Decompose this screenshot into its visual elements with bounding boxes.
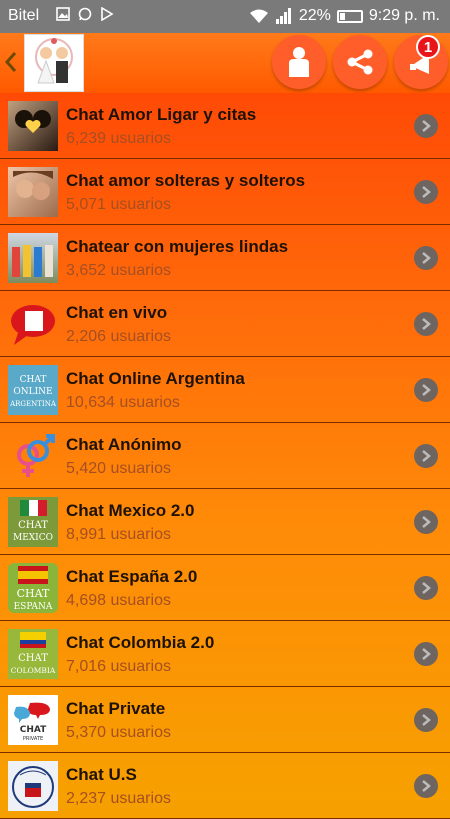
profile-button[interactable] — [272, 35, 326, 89]
chevron-left-icon — [4, 52, 17, 72]
room-title: Chat en vivo — [66, 303, 168, 322]
room-title: Chat Private — [66, 699, 166, 718]
room-row[interactable]: CHAT ONLINE ARGENTINA Chat Online Argentin… — [0, 357, 450, 423]
chevron-right-icon[interactable] — [414, 180, 438, 204]
notifications-button[interactable]: 1 — [394, 35, 448, 89]
room-title: Chat España 2.0 — [66, 567, 198, 586]
room-user-count: 5,370 usuarios — [66, 724, 171, 741]
svg-text:PRIVATE: PRIVATE — [23, 736, 43, 742]
united-states-seal — [8, 761, 58, 811]
couple-heart-photo — [8, 101, 58, 151]
room-row[interactable]: Chatear con mujeres lindas 3,652 usuario… — [0, 225, 450, 291]
chevron-right-icon[interactable] — [414, 312, 438, 336]
room-row[interactable]: Chat Anónimo 5,420 usuarios — [0, 423, 450, 489]
notification-icons — [56, 7, 114, 21]
room-user-count: 4,698 usuarios — [66, 592, 171, 609]
room-user-count: 2,206 usuarios — [66, 328, 171, 345]
battery-icon — [336, 9, 363, 23]
room-title: Chat Mexico 2.0 — [66, 501, 195, 520]
notification-badge: 1 — [416, 35, 440, 59]
share-icon — [347, 49, 373, 75]
play-icon — [101, 7, 114, 21]
chat-room-list[interactable]: Chat Amor Ligar y citas 6,239 usuarios C… — [0, 93, 450, 819]
signal-icon — [275, 8, 291, 24]
battery-percent: 22% — [298, 7, 331, 24]
chevron-right-icon[interactable] — [414, 378, 438, 402]
svg-text:CHAT: CHAT — [18, 520, 48, 531]
room-row[interactable]: CHAT PRIVATE Chat Private 5,370 usuarios — [0, 687, 450, 753]
colombia-flag-badge: CHAT COLOMBIA — [8, 629, 58, 679]
chat-private-logo: CHAT PRIVATE — [8, 695, 58, 745]
room-title: Chat Amor Ligar y citas — [66, 105, 257, 124]
room-user-count: 7,016 usuarios — [66, 658, 171, 675]
room-user-count: 10,634 usuarios — [66, 394, 180, 411]
room-row[interactable]: Chat en vivo 2,206 usuarios — [0, 291, 450, 357]
svg-text:CHAT: CHAT — [20, 375, 47, 385]
svg-text:COLOMBIA: COLOMBIA — [11, 666, 56, 675]
room-title: Chat Colombia 2.0 — [66, 633, 215, 652]
chevron-right-icon[interactable] — [414, 444, 438, 468]
chevron-right-icon[interactable] — [414, 576, 438, 600]
system-icons: 22% 9:29 p. m. — [249, 7, 440, 25]
chevron-right-icon[interactable] — [414, 510, 438, 534]
status-bar: Bitel 22% 9:29 p. m. — [0, 0, 450, 33]
wifi-icon — [249, 9, 268, 23]
chevron-right-icon[interactable] — [414, 774, 438, 798]
couple-wedding-logo — [35, 38, 73, 84]
argentina-badge: CHAT ONLINE ARGENTINA — [8, 365, 58, 415]
svg-text:CHAT: CHAT — [18, 653, 48, 664]
room-title: Chat Online Argentina — [66, 369, 245, 388]
clock: 9:29 p. m. — [368, 7, 440, 24]
back-button[interactable] — [4, 47, 22, 77]
chevron-right-icon[interactable] — [414, 642, 438, 666]
room-title: Chatear con mujeres lindas — [66, 237, 289, 256]
room-title: Chat amor solteras y solteros — [66, 171, 306, 190]
svg-text:ESPANA: ESPANA — [14, 602, 53, 612]
room-row[interactable]: CHAT COLOMBIA Chat Colombia 2.0 7,016 usu… — [0, 621, 450, 687]
gallery-icon — [56, 7, 70, 21]
room-row[interactable]: Chat U.S 2,237 usuarios — [0, 753, 450, 819]
svg-text:ONLINE: ONLINE — [13, 387, 52, 397]
room-user-count: 6,239 usuarios — [66, 130, 171, 147]
whatsapp-icon — [78, 7, 92, 21]
room-row[interactable]: Chat amor solteras y solteros 5,071 usua… — [0, 159, 450, 225]
svg-text:CHAT: CHAT — [17, 587, 50, 600]
room-user-count: 5,420 usuarios — [66, 460, 171, 477]
chevron-right-icon[interactable] — [414, 246, 438, 270]
svg-text:CHAT: CHAT — [20, 725, 47, 735]
gender-symbols-icon — [8, 431, 58, 481]
speech-bubble-icon — [8, 299, 58, 349]
room-title: Chat U.S — [66, 765, 137, 784]
share-button[interactable] — [333, 35, 387, 89]
room-row[interactable]: CHAT ESPANA Chat España 2.0 4,698 usuario… — [0, 555, 450, 621]
women-group-photo — [8, 233, 58, 283]
person-icon — [289, 47, 309, 77]
app-logo[interactable] — [24, 34, 84, 92]
room-row[interactable]: Chat Amor Ligar y citas 6,239 usuarios — [0, 93, 450, 159]
svg-text:ARGENTINA: ARGENTINA — [9, 400, 57, 408]
svg-text:MEXICO: MEXICO — [13, 533, 53, 543]
room-user-count: 8,991 usuarios — [66, 526, 171, 543]
room-user-count: 3,652 usuarios — [66, 262, 171, 279]
carrier-name: Bitel — [8, 7, 40, 24]
spain-flag-badge: CHAT ESPANA — [8, 563, 58, 613]
room-title: Chat Anónimo — [66, 435, 182, 454]
room-user-count: 5,071 usuarios — [66, 196, 171, 213]
mexico-flag-badge: CHAT MEXICO — [8, 497, 58, 547]
chevron-right-icon[interactable] — [414, 114, 438, 138]
chevron-right-icon[interactable] — [414, 708, 438, 732]
room-user-count: 2,237 usuarios — [66, 790, 171, 807]
room-row[interactable]: CHAT MEXICO Chat Mexico 2.0 8,991 usuario… — [0, 489, 450, 555]
app-bar: 1 — [0, 33, 450, 93]
couple-photo — [8, 167, 58, 217]
